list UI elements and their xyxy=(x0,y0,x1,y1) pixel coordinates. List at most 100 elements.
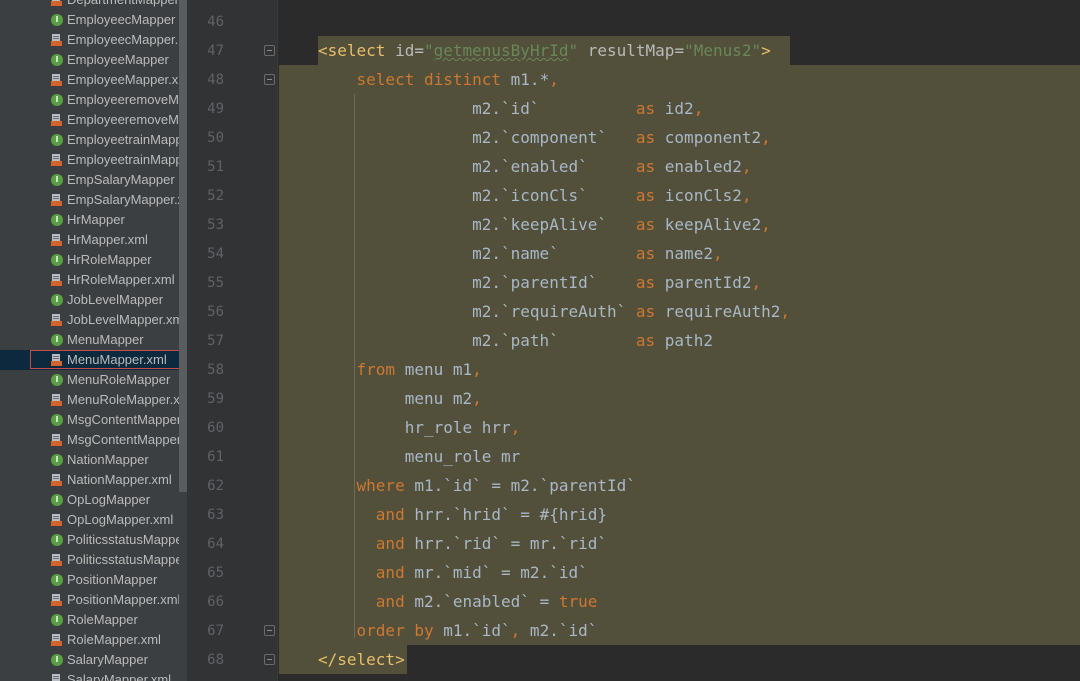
code-token: order by xyxy=(356,621,434,640)
code-token: as xyxy=(635,99,656,118)
tree-item[interactable]: SalaryMapper xyxy=(0,650,179,670)
xml-file-icon xyxy=(51,314,63,326)
interface-icon xyxy=(51,410,63,430)
code-line[interactable]: select distinct m1.*, xyxy=(318,65,559,94)
tree-item-selected[interactable]: MenuMapper.xml xyxy=(0,350,179,370)
line-number: 47 xyxy=(207,43,224,59)
tree-item[interactable]: RoleMapper xyxy=(0,610,179,630)
tree-item[interactable]: EmployeeremoveMa xyxy=(0,90,179,110)
code-line[interactable]: m2.`component` as component2, xyxy=(318,123,771,152)
tree-item[interactable]: EmployeecMapper. xyxy=(0,30,179,50)
tree-item[interactable]: MenuMapper xyxy=(0,330,179,350)
code-line[interactable]: </select> xyxy=(318,645,405,674)
tree-item[interactable]: SalaryMapper.xml xyxy=(0,670,179,681)
xml-tag-shape xyxy=(51,41,62,46)
xml-file-icon xyxy=(51,234,63,246)
code-line[interactable]: m2.`name` as name2, xyxy=(318,239,722,268)
code-line[interactable]: m2.`requireAuth` as requireAuth2, xyxy=(318,297,790,326)
code-token: iconCls2 xyxy=(655,186,742,205)
code-line[interactable]: and hrr.`rid` = mr.`rid` xyxy=(318,529,607,558)
code-token: m2.`requireAuth` xyxy=(318,302,636,321)
line-number: 48 xyxy=(207,72,224,88)
tree-item-label: EmployeetrainMappe xyxy=(67,152,179,167)
tree-item-label: SalaryMapper xyxy=(67,652,148,667)
tree-item-label: EmployeeMapper.xm xyxy=(67,72,179,87)
code-token: where xyxy=(356,476,405,495)
tree-item[interactable]: EmpSalaryMapper.xn xyxy=(0,190,179,210)
tree-item[interactable]: OpLogMapper xyxy=(0,490,179,510)
project-tree-scrollbar[interactable] xyxy=(179,0,187,492)
fold-marker-icon[interactable] xyxy=(264,74,275,85)
code-line[interactable]: and m2.`enabled` = true xyxy=(318,587,598,616)
tree-item-label: MsgContentMapper. xyxy=(67,432,179,447)
code-token: resultMap= xyxy=(578,41,685,60)
code-line[interactable]: m2.`enabled` as enabled2, xyxy=(318,152,751,181)
tree-item[interactable]: JobLevelMapper xyxy=(0,290,179,310)
xml-file-icon xyxy=(51,74,63,86)
code-line[interactable]: and hrr.`hrid` = #{hrid} xyxy=(318,500,607,529)
code-line[interactable]: where m1.`id` = m2.`parentId` xyxy=(318,471,636,500)
tree-item[interactable]: EmpSalaryMapper xyxy=(0,170,179,190)
xml-tag-shape xyxy=(51,321,62,326)
code-line[interactable]: order by m1.`id`, m2.`id` xyxy=(318,616,598,645)
tree-item[interactable]: HrRoleMapper xyxy=(0,250,179,270)
tree-item[interactable]: MenuRoleMapper xyxy=(0,370,179,390)
editor-gutter: 46 47 48 49 50 51 52 53 54 55 56 57 58 59 60 61 62 63 64 65… xyxy=(188,0,278,681)
tree-item-label: MenuMapper.xml xyxy=(67,352,167,367)
xml-file-icon xyxy=(51,634,63,646)
code-line[interactable]: m2.`iconCls` as iconCls2, xyxy=(318,181,751,210)
tree-item[interactable]: HrRoleMapper.xml xyxy=(0,270,179,290)
tree-item[interactable]: JobLevelMapper.xml xyxy=(0,310,179,330)
code-line[interactable]: m2.`id` as id2, xyxy=(318,94,703,123)
tree-item[interactable]: RoleMapper.xml xyxy=(0,630,179,650)
tree-item[interactable]: PositionMapper.xml xyxy=(0,590,179,610)
xml-file-icon xyxy=(51,434,63,446)
code-line[interactable]: <select id="getmenusByHrId" resultMap="M… xyxy=(318,36,771,65)
fold-marker-icon[interactable] xyxy=(264,625,275,636)
tree-item[interactable]: EmployeeMapper.xm xyxy=(0,70,179,90)
interface-icon xyxy=(51,90,63,110)
code-editor[interactable]: <select id="getmenusByHrId" resultMap="M… xyxy=(279,0,1080,681)
code-line[interactable]: m2.`keepAlive` as keepAlive2, xyxy=(318,210,771,239)
code-line[interactable]: menu_role mr xyxy=(318,442,521,471)
tree-item[interactable]: DepartmentMapper. xyxy=(0,0,179,10)
code-line[interactable]: m2.`parentId` as parentId2, xyxy=(318,268,761,297)
fold-marker-icon[interactable] xyxy=(264,654,275,665)
code-line[interactable]: and mr.`mid` = m2.`id` xyxy=(318,558,588,587)
code-token: "Menus2" xyxy=(684,41,762,60)
tree-item[interactable]: MsgContentMapper. xyxy=(0,430,179,450)
tree-item[interactable]: HrMapper.xml xyxy=(0,230,179,250)
code-token: as xyxy=(635,331,656,350)
fold-marker-icon[interactable] xyxy=(264,45,275,56)
tree-item[interactable]: PoliticsstatusMapper xyxy=(0,530,179,550)
code-line[interactable]: m2.`path` as path2 xyxy=(318,326,713,355)
code-line[interactable]: menu m2, xyxy=(318,384,482,413)
code-line[interactable]: from menu m1, xyxy=(318,355,482,384)
code-token: m2.`id` xyxy=(318,99,636,118)
tree-item[interactable]: HrMapper xyxy=(0,210,179,230)
tree-item[interactable]: PositionMapper xyxy=(0,570,179,590)
xml-file-icon xyxy=(51,154,63,166)
tree-item[interactable]: EmployeetrainMappe xyxy=(0,150,179,170)
code-token: and xyxy=(375,534,405,553)
code-token: m1.`id` xyxy=(433,621,511,640)
tree-item[interactable]: OpLogMapper.xml xyxy=(0,510,179,530)
tree-item[interactable]: EmployeeMapper xyxy=(0,50,179,70)
tree-item-label: RoleMapper.xml xyxy=(67,632,161,647)
tree-item[interactable]: MenuRoleMapper.xn xyxy=(0,390,179,410)
tree-item-label: OpLogMapper.xml xyxy=(67,512,174,527)
tree-item[interactable]: EmployeeremoveMa xyxy=(0,110,179,130)
line-number: 60 xyxy=(207,420,224,436)
code-line[interactable]: hr_role hrr, xyxy=(318,413,521,442)
tree-item[interactable]: EmployeetrainMappe xyxy=(0,130,179,150)
code-token: from xyxy=(356,360,396,379)
tree-item[interactable]: EmployeecMapper xyxy=(0,10,179,30)
tree-item[interactable]: NationMapper xyxy=(0,450,179,470)
tree-item[interactable]: MsgContentMapper xyxy=(0,410,179,430)
tree-item[interactable]: NationMapper.xml xyxy=(0,470,179,490)
tree-item[interactable]: PoliticsstatusMapper xyxy=(0,550,179,570)
code-token: " xyxy=(568,41,579,60)
